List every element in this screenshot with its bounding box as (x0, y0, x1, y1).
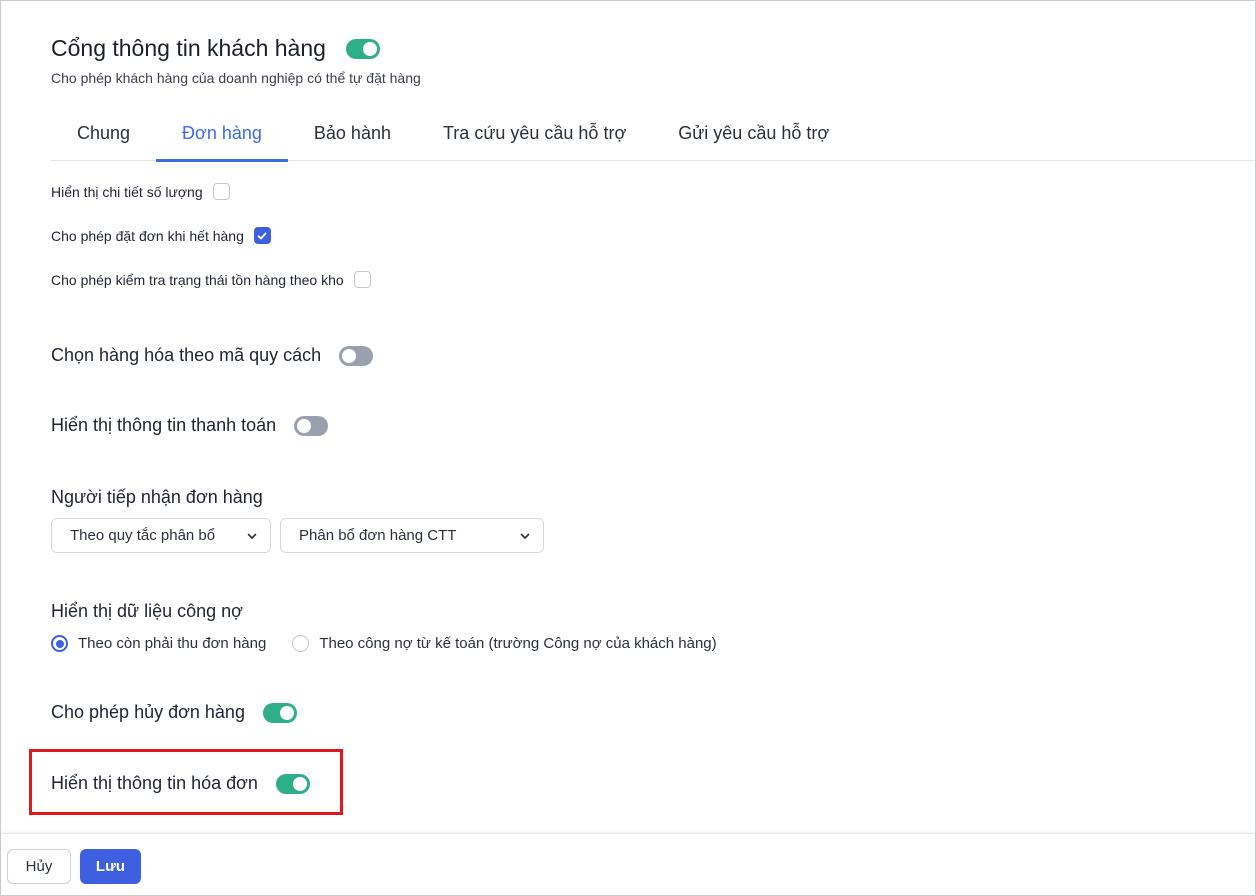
checkbox-label: Cho phép đặt đơn khi hết hàng (51, 227, 244, 244)
save-button[interactable]: Lưu (80, 849, 141, 884)
checkbox-row-allow-out-of-stock: Cho phép đặt đơn khi hết hàng (51, 227, 271, 244)
check-stock-by-warehouse-checkbox[interactable] (353, 271, 371, 288)
checkbox-label: Hiển thị chi tiết số lượng (51, 183, 203, 200)
select-by-spec-toggle[interactable] (339, 345, 374, 366)
show-payment-label: Hiển thị thông tin thanh toán (51, 415, 277, 435)
select-value: Phân bổ đơn hàng CTT (299, 527, 457, 544)
show-payment-toggle[interactable] (294, 415, 329, 436)
page-title: Cổng thông tin khách hàng (51, 35, 326, 61)
allow-cancel-label: Cho phép hủy đơn hàng (51, 702, 245, 722)
radio-button[interactable] (292, 635, 310, 652)
settings-panel: Cổng thông tin khách hàng Cho phép khách… (0, 0, 1256, 896)
tab-support-lookup[interactable]: Tra cứu yêu cầu hỗ trợ (417, 105, 652, 161)
checkbox-row-quantity-detail: Hiển thị chi tiết số lượng (51, 183, 230, 200)
chevron-down-icon (247, 533, 257, 539)
radio-option-accounting-debt[interactable]: Theo công nợ từ kế toán (trường Công nợ … (292, 635, 717, 652)
show-payment-row: Hiển thị thông tin thanh toán (51, 415, 329, 436)
portal-enabled-toggle[interactable] (345, 38, 380, 59)
allow-cancel-row: Cho phép hủy đơn hàng (51, 702, 297, 723)
radio-label: Theo công nợ từ kế toán (trường Công nợ … (319, 635, 717, 652)
radio-button[interactable] (51, 635, 68, 652)
debt-display-label: Hiển thị dữ liệu công nợ (51, 601, 243, 621)
footer-bar (2, 833, 1254, 894)
checkbox-label: Cho phép kiểm tra trạng thái tồn hàng th… (51, 271, 344, 288)
cancel-button[interactable]: Hủy (7, 849, 71, 884)
allow-cancel-toggle[interactable] (262, 702, 297, 723)
show-quantity-detail-checkbox[interactable] (212, 183, 230, 200)
tab-general[interactable]: Chung (51, 105, 156, 161)
tab-warranty[interactable]: Bảo hành (288, 105, 417, 161)
allocation-rule-select[interactable]: Theo quy tắc phân bổ (51, 518, 271, 553)
show-invoice-row: Hiển thị thông tin hóa đơn (51, 773, 310, 794)
checkbox-row-stock-status: Cho phép kiểm tra trạng thái tồn hàng th… (51, 271, 371, 288)
tab-send-support[interactable]: Gửi yêu cầu hỗ trợ (652, 105, 855, 161)
select-by-spec-row: Chọn hàng hóa theo mã quy cách (51, 345, 374, 366)
header: Cổng thông tin khách hàng (51, 35, 380, 62)
radio-label: Theo còn phải thu đơn hàng (78, 635, 267, 652)
check-icon (257, 232, 267, 239)
chevron-down-icon (520, 533, 530, 539)
page-subtitle: Cho phép khách hàng của doanh nghiệp có … (51, 70, 421, 86)
select-value: Theo quy tắc phân bổ (70, 527, 216, 544)
allocation-select[interactable]: Phân bổ đơn hàng CTT (280, 518, 544, 553)
show-invoice-label: Hiển thị thông tin hóa đơn (51, 773, 258, 793)
select-by-spec-label: Chọn hàng hóa theo mã quy cách (51, 345, 322, 365)
radio-option-receivable[interactable]: Theo còn phải thu đơn hàng (51, 635, 266, 652)
tab-bar: Chung Đơn hàng Bảo hành Tra cứu yêu cầu … (51, 105, 1255, 162)
allow-out-of-stock-checkbox[interactable] (253, 227, 271, 244)
show-invoice-toggle[interactable] (275, 773, 310, 794)
tab-orders[interactable]: Đơn hàng (156, 105, 288, 162)
debt-display-radio-group: Theo còn phải thu đơn hàng Theo công nợ … (51, 635, 717, 652)
order-receiver-label: Người tiếp nhận đơn hàng (51, 487, 263, 507)
